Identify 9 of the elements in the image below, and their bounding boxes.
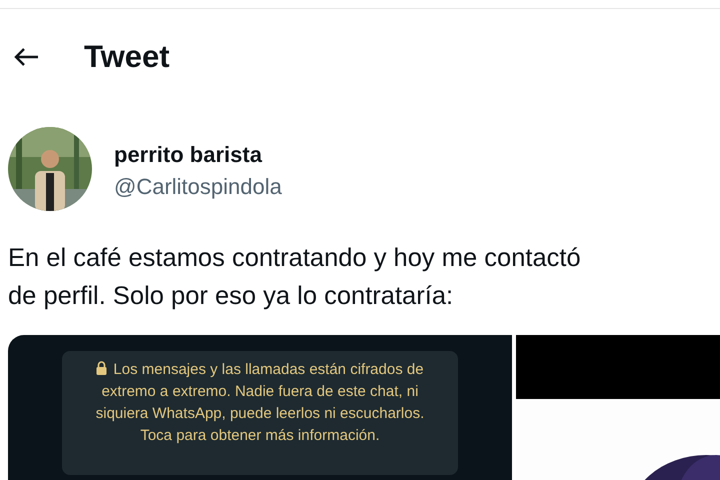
back-arrow-icon (13, 47, 39, 67)
chat-screenshot[interactable]: Los mensajes y las llamadas están cifrados de extremo a extremo. Nadie fuera de este chat, ni siquiera WhatsApp, puede leerlos ni escucharlos. Toca para obtener más información. (8, 335, 512, 480)
tweet-text: de perfil. Solo por eso ya lo contrataría: (8, 281, 454, 312)
tweet-text: En el café estamos contratando y hoy me contactó (8, 243, 581, 274)
page-title: Tweet (84, 39, 170, 75)
author-handle[interactable]: @Carlitospindola (114, 174, 282, 200)
notice-text: Los mensajes y las llamadas están cifrados de extremo a extremo. Nadie fuera de este chat, ni siquiera WhatsApp, puede leerlos ni escucharlos. Toca para obtener más información. (94, 360, 426, 446)
author-name[interactable]: perrito barista (114, 142, 282, 168)
lock-icon (96, 361, 108, 375)
